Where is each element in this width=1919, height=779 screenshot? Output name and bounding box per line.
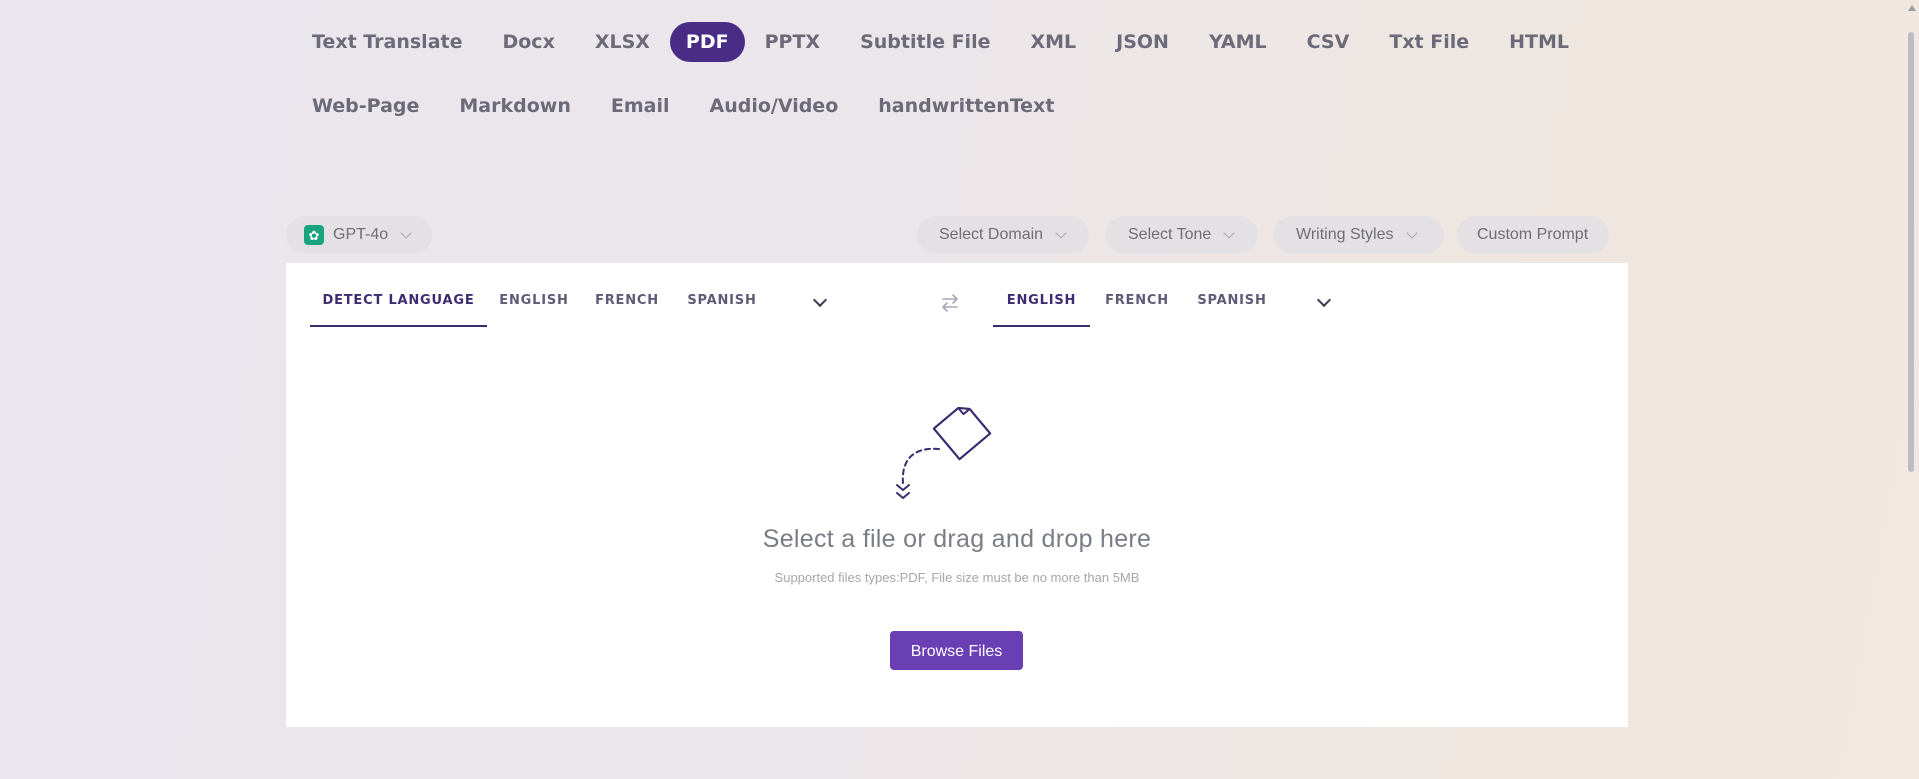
writing-styles-select[interactable]: Writing Styles <box>1274 216 1444 254</box>
chevron-down-icon <box>1055 226 1067 239</box>
source-lang-detect[interactable]: DETECT LANGUAGE <box>310 263 487 327</box>
domain-select[interactable]: Select Domain <box>917 216 1089 254</box>
tab-html[interactable]: HTML <box>1489 22 1589 62</box>
tab-audio-video[interactable]: Audio/Video <box>689 86 858 126</box>
tab-docx[interactable]: Docx <box>482 22 574 62</box>
target-lang-french[interactable]: FRENCH <box>1102 263 1172 327</box>
custom-prompt-button[interactable]: Custom Prompt <box>1457 216 1609 254</box>
translate-panel: DETECT LANGUAGE ENGLISH FRENCH SPANISH E… <box>286 263 1628 727</box>
swap-languages-icon[interactable] <box>938 291 962 315</box>
tab-markdown[interactable]: Markdown <box>439 86 590 126</box>
tab-yaml[interactable]: YAML <box>1189 22 1287 62</box>
model-select[interactable]: ✿ GPT-4o <box>286 216 432 254</box>
options-bar: ✿ GPT-4o Select Domain Select Tone Writi… <box>286 216 1628 254</box>
tab-json[interactable]: JSON <box>1096 22 1189 62</box>
chevron-down-icon <box>400 226 412 239</box>
chevron-down-icon <box>1405 226 1418 239</box>
tab-subtitle-file[interactable]: Subtitle File <box>840 22 1010 62</box>
tab-email[interactable]: Email <box>591 86 690 126</box>
source-lang-english[interactable]: ENGLISH <box>496 263 572 327</box>
tab-xml[interactable]: XML <box>1010 22 1096 62</box>
domain-select-label: Select Domain <box>939 226 1044 243</box>
tab-txt-file[interactable]: Txt File <box>1369 22 1489 62</box>
file-type-row-1: Text Translate Docx XLSX PDF PPTX Subtit… <box>312 20 1569 64</box>
target-lang-dropdown-icon[interactable] <box>1316 292 1332 308</box>
openai-icon: ✿ <box>304 225 324 245</box>
tab-xlsx[interactable]: XLSX <box>575 22 670 62</box>
scrollbar[interactable] <box>1905 0 1919 779</box>
scroll-up-icon[interactable] <box>1908 5 1916 11</box>
dropzone-subtitle: Supported files types:PDF, File size mus… <box>774 570 1140 585</box>
target-lang-spanish[interactable]: SPANISH <box>1192 263 1272 327</box>
tab-web-page[interactable]: Web-Page <box>292 86 439 126</box>
target-lang-english[interactable]: ENGLISH <box>993 263 1090 327</box>
tone-select-label: Select Tone <box>1128 226 1212 243</box>
source-lang-french[interactable]: FRENCH <box>592 263 662 327</box>
tab-pdf[interactable]: PDF <box>669 22 745 62</box>
dropzone-title: Select a file or drag and drop here <box>762 525 1152 553</box>
tab-handwritten-text[interactable]: handwrittenText <box>858 86 1074 126</box>
writing-styles-label: Writing Styles <box>1296 226 1394 243</box>
scrollbar-thumb[interactable] <box>1908 32 1914 472</box>
custom-prompt-label: Custom Prompt <box>1477 226 1589 243</box>
model-select-label: GPT-4o <box>333 226 389 243</box>
chevron-down-icon <box>1223 226 1235 239</box>
tab-csv[interactable]: CSV <box>1287 22 1370 62</box>
browse-files-button[interactable]: Browse Files <box>890 631 1023 670</box>
file-type-tabs: Text Translate Docx XLSX PDF PPTX Subtit… <box>312 20 1569 148</box>
file-upload-icon <box>896 406 992 499</box>
tone-select[interactable]: Select Tone <box>1106 216 1258 254</box>
source-lang-dropdown-icon[interactable] <box>812 292 828 308</box>
source-lang-spanish[interactable]: SPANISH <box>682 263 762 327</box>
file-type-row-2: Web-Page Markdown Email Audio/Video hand… <box>312 84 1512 128</box>
tab-pptx[interactable]: PPTX <box>745 22 840 62</box>
tab-text-translate[interactable]: Text Translate <box>292 22 482 62</box>
